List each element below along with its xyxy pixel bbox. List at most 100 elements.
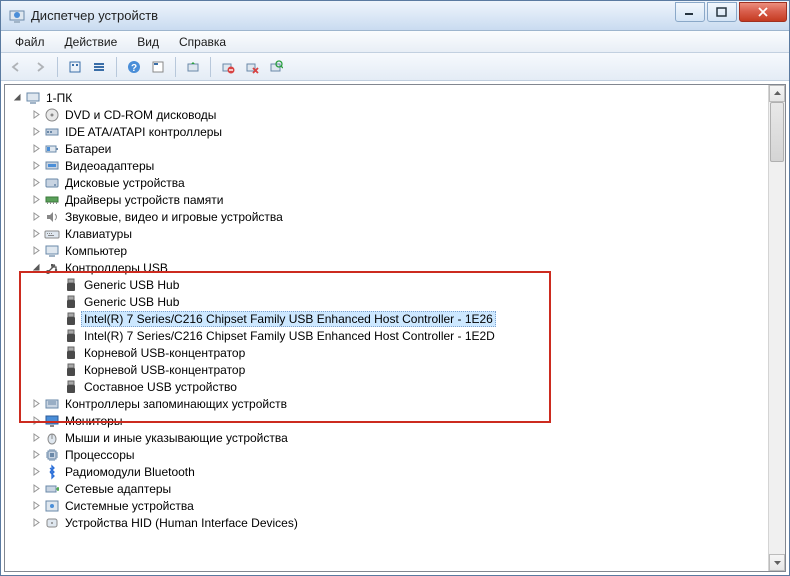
expander-icon[interactable] <box>30 211 42 223</box>
toolbar-separator <box>57 57 58 77</box>
expander-icon[interactable] <box>30 449 42 461</box>
tree-node[interactable]: Generic USB Hub <box>7 276 768 293</box>
scroll-thumb[interactable] <box>770 102 784 162</box>
mouse-icon <box>44 430 60 446</box>
expander-icon[interactable] <box>30 415 42 427</box>
expander-icon[interactable] <box>30 517 42 529</box>
expander-icon[interactable] <box>30 483 42 495</box>
toolbar-separator <box>210 57 211 77</box>
menu-file[interactable]: Файл <box>5 33 55 51</box>
tree-node[interactable]: Мониторы <box>7 412 768 429</box>
show-hidden-button[interactable] <box>64 56 86 78</box>
toolbar-separator <box>116 57 117 77</box>
scroll-track[interactable] <box>769 102 785 554</box>
tree-node-label: Мониторы <box>62 413 125 429</box>
tree-node[interactable]: 1-ПК <box>7 89 768 106</box>
expander-placeholder <box>49 381 61 393</box>
tree-node[interactable]: Компьютер <box>7 242 768 259</box>
bluetooth-icon <box>44 464 60 480</box>
tree-node-label: DVD и CD-ROM дисководы <box>62 107 219 123</box>
tree-node[interactable]: Системные устройства <box>7 497 768 514</box>
scan-hardware-button[interactable] <box>265 56 287 78</box>
menu-action[interactable]: Действие <box>55 33 128 51</box>
usb-device-icon <box>63 311 79 327</box>
close-button[interactable] <box>739 2 787 22</box>
tree-node[interactable]: Драйверы устройств памяти <box>7 191 768 208</box>
expander-icon[interactable] <box>30 245 42 257</box>
tree-node[interactable]: Батареи <box>7 140 768 157</box>
tree-node[interactable]: Intel(R) 7 Series/C216 Chipset Family US… <box>7 327 768 344</box>
processor-icon <box>44 447 60 463</box>
tree-node[interactable]: Звуковые, видео и игровые устройства <box>7 208 768 225</box>
tree-node-label: Контроллеры USB <box>62 260 171 276</box>
expander-icon[interactable] <box>30 109 42 121</box>
scroll-up-button[interactable] <box>769 85 785 102</box>
tree-node-label: IDE ATA/ATAPI контроллеры <box>62 124 225 140</box>
disc-drive-icon <box>44 107 60 123</box>
expander-placeholder <box>49 296 61 308</box>
tree-node[interactable]: Сетевые адаптеры <box>7 480 768 497</box>
keyboard-icon <box>44 226 60 242</box>
tree-node[interactable]: Контроллеры USB <box>7 259 768 276</box>
tree-node-label: Мыши и иные указывающие устройства <box>62 430 291 446</box>
expander-icon[interactable] <box>30 177 42 189</box>
tree-node[interactable]: Устройства HID (Human Interface Devices) <box>7 514 768 531</box>
tree-node[interactable]: Составное USB устройство <box>7 378 768 395</box>
display-adapter-icon <box>44 158 60 174</box>
update-driver-button[interactable] <box>182 56 204 78</box>
tree-node[interactable]: Клавиатуры <box>7 225 768 242</box>
expander-icon[interactable] <box>30 160 42 172</box>
expander-icon[interactable] <box>30 500 42 512</box>
expander-placeholder <box>49 364 61 376</box>
expander-icon[interactable] <box>30 194 42 206</box>
device-manager-icon <box>9 8 25 24</box>
tree-node[interactable]: Корневой USB-концентратор <box>7 361 768 378</box>
tree-node[interactable]: Дисковые устройства <box>7 174 768 191</box>
expander-icon[interactable] <box>30 228 42 240</box>
menubar: Файл Действие Вид Справка <box>1 31 789 53</box>
network-adapter-icon <box>44 481 60 497</box>
tree-node[interactable]: Контроллеры запоминающих устройств <box>7 395 768 412</box>
properties-button[interactable] <box>147 56 169 78</box>
expander-icon[interactable] <box>30 398 42 410</box>
expander-icon[interactable] <box>30 432 42 444</box>
usb-device-icon <box>63 294 79 310</box>
titlebar[interactable]: Диспетчер устройств <box>1 1 789 31</box>
uninstall-button[interactable] <box>217 56 239 78</box>
tree-node-label: Компьютер <box>62 243 130 259</box>
tree-node[interactable]: Радиомодули Bluetooth <box>7 463 768 480</box>
tree-node[interactable]: Мыши и иные указывающие устройства <box>7 429 768 446</box>
usb-device-icon <box>63 379 79 395</box>
device-tree[interactable]: 1-ПК DVD и CD-ROM дисководы IDE ATA/ATAP… <box>5 85 768 571</box>
tree-node-label: Корневой USB-концентратор <box>81 345 248 361</box>
content-area: 1-ПК DVD и CD-ROM дисководы IDE ATA/ATAP… <box>4 84 786 572</box>
expander-icon[interactable] <box>30 262 42 274</box>
expander-icon[interactable] <box>30 126 42 138</box>
vertical-scrollbar[interactable] <box>768 85 785 571</box>
expander-icon[interactable] <box>30 466 42 478</box>
view-button[interactable] <box>88 56 110 78</box>
expander-icon[interactable] <box>30 143 42 155</box>
hid-device-icon <box>44 515 60 531</box>
usb-device-icon <box>63 345 79 361</box>
tree-node[interactable]: Процессоры <box>7 446 768 463</box>
tree-node-label: Клавиатуры <box>62 226 135 242</box>
tree-node[interactable]: IDE ATA/ATAPI контроллеры <box>7 123 768 140</box>
scroll-down-button[interactable] <box>769 554 785 571</box>
tree-node[interactable]: Видеоадаптеры <box>7 157 768 174</box>
maximize-button[interactable] <box>707 2 737 22</box>
battery-icon <box>44 141 60 157</box>
tree-node[interactable]: Intel(R) 7 Series/C216 Chipset Family US… <box>7 310 768 327</box>
help-button[interactable]: ? <box>123 56 145 78</box>
minimize-button[interactable] <box>675 2 705 22</box>
disable-button[interactable] <box>241 56 263 78</box>
menu-view[interactable]: Вид <box>127 33 169 51</box>
expander-icon[interactable] <box>11 92 23 104</box>
tree-node-label: Intel(R) 7 Series/C216 Chipset Family US… <box>81 328 498 344</box>
tree-node[interactable]: Корневой USB-концентратор <box>7 344 768 361</box>
tree-node-label: Системные устройства <box>62 498 197 514</box>
menu-help[interactable]: Справка <box>169 33 236 51</box>
usb-device-icon <box>63 277 79 293</box>
tree-node[interactable]: DVD и CD-ROM дисководы <box>7 106 768 123</box>
tree-node[interactable]: Generic USB Hub <box>7 293 768 310</box>
